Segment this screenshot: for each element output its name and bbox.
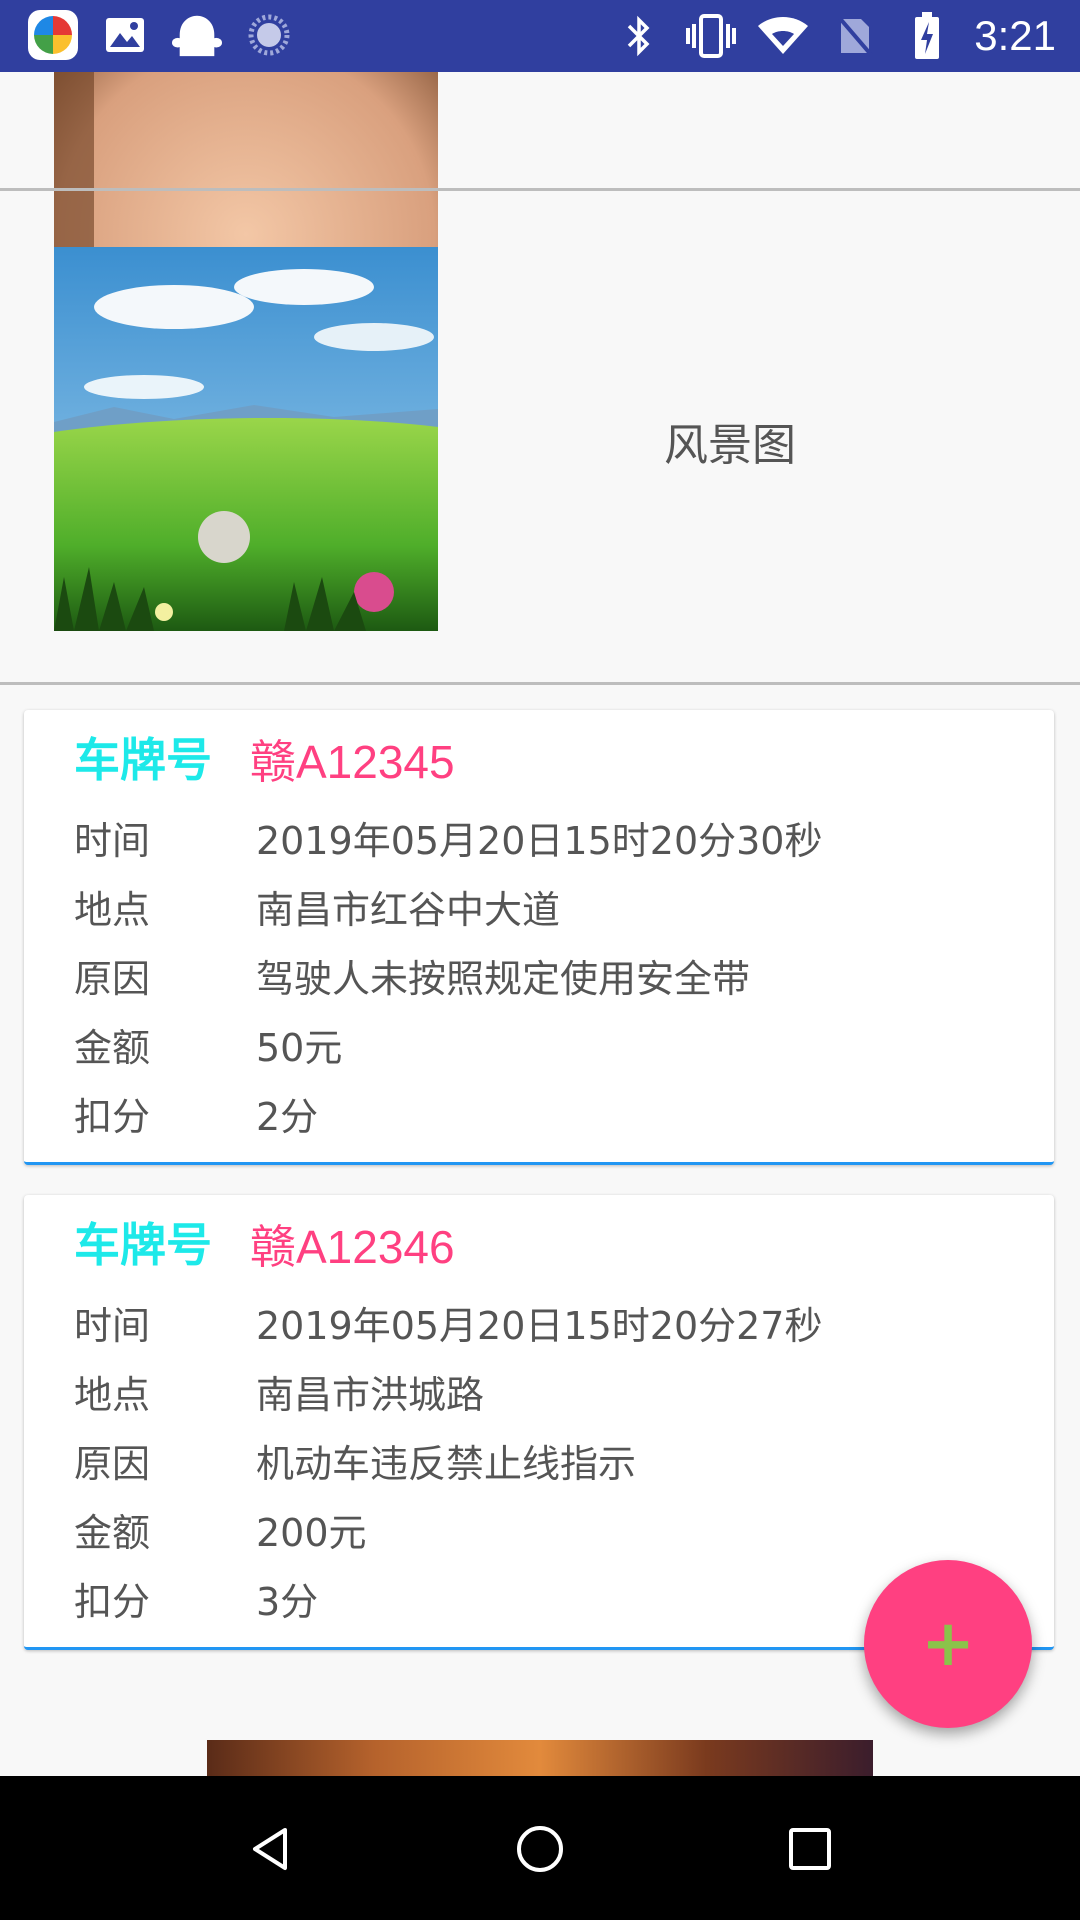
wifi-icon [758,11,809,61]
back-icon[interactable] [235,1814,305,1884]
reason-label: 原因 [74,957,151,1001]
plate-label: 车牌号 [74,733,212,787]
add-button[interactable]: + [864,1560,1032,1728]
thumbnail-image [207,1740,873,1776]
home-icon[interactable] [505,1814,575,1884]
bluetooth-icon [614,11,664,61]
amount-value: 200元 [256,1511,367,1555]
location-label: 地点 [74,1373,151,1417]
plus-icon: + [921,1607,975,1681]
status-bar: 3:21 [0,0,1080,72]
location-value: 南昌市红谷中大道 [256,888,561,932]
app-store-icon [28,10,78,60]
recents-icon[interactable] [775,1814,845,1884]
plate-label: 车牌号 [74,1218,212,1272]
ghost-icon [172,10,222,60]
time-value: 2019年05月20日15时20分27秒 [256,1304,823,1348]
reason-value: 机动车违反禁止线指示 [256,1442,637,1486]
points-value: 3分 [256,1580,319,1624]
image-label: 风景图 [664,420,796,471]
divider [0,682,1080,685]
location-value: 南昌市洪城路 [256,1373,485,1417]
points-label: 扣分 [74,1580,151,1624]
battery-charging-icon [902,11,952,61]
amount-label: 金额 [74,1511,151,1555]
plate-number: 赣A12345 [250,736,455,788]
vibrate-icon [686,11,737,61]
time-label: 时间 [74,819,151,863]
gallery-icon [100,10,150,60]
list-item[interactable]: 风景图 [0,191,1080,751]
status-time: 3:21 [974,12,1056,59]
points-label: 扣分 [74,1095,151,1139]
time-value: 2019年05月20日15时20分30秒 [256,819,823,863]
loading-icon [244,10,294,60]
points-value: 2分 [256,1095,319,1139]
reason-label: 原因 [74,1442,151,1486]
plate-number: 赣A12346 [250,1221,455,1273]
reason-value: 驾驶人未按照规定使用安全带 [256,957,751,1001]
landscape-image [54,247,438,631]
content-list[interactable]: 风景图 车牌号 赣A12345 时间 2019年05月20日15时20分30秒 … [0,72,1080,1776]
navigation-bar [0,1776,1080,1920]
location-label: 地点 [74,888,151,932]
violation-card[interactable]: 车牌号 赣A12345 时间 2019年05月20日15时20分30秒 地点 南… [24,710,1054,1165]
no-sim-icon [830,11,880,61]
amount-value: 50元 [256,1026,343,1070]
time-label: 时间 [74,1304,151,1348]
list-item[interactable] [0,1740,1080,1776]
amount-label: 金额 [74,1026,151,1070]
